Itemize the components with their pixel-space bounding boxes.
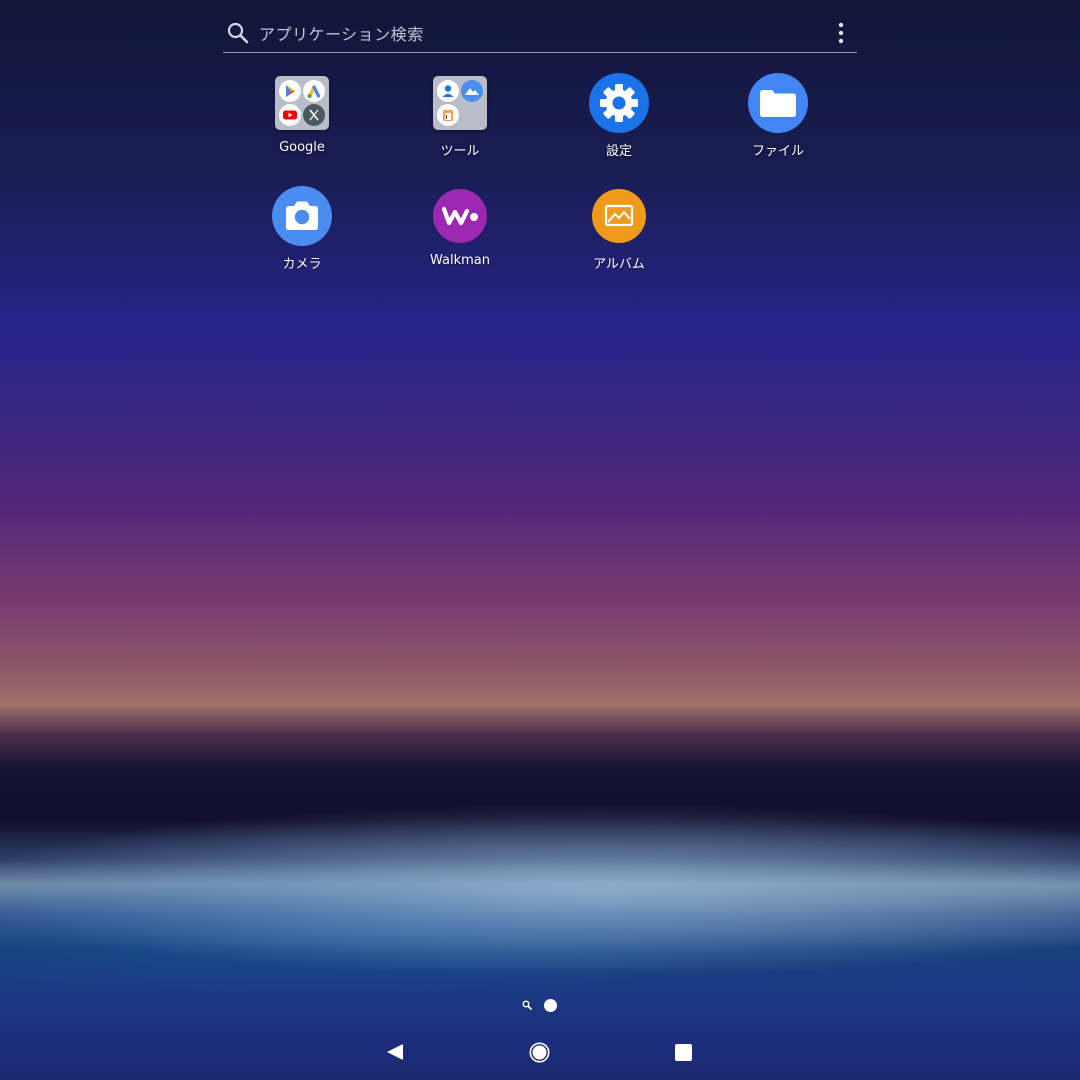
x-icon xyxy=(303,104,325,126)
google-folder-icon xyxy=(271,72,333,134)
files-folder-icon xyxy=(747,72,809,134)
app-files[interactable]: ファイル xyxy=(718,72,838,159)
page-indicator-dot-active[interactable] xyxy=(544,999,557,1012)
settings-gear-icon xyxy=(588,72,650,134)
google-ads-icon xyxy=(303,80,325,102)
album-icon xyxy=(588,185,650,247)
app-label: アルバム xyxy=(593,257,645,272)
tools-folder-icon xyxy=(429,72,491,134)
app-label: カメラ xyxy=(282,257,322,272)
photos-mountain-icon xyxy=(461,80,483,102)
app-search-bar[interactable]: アプリケーション検索 xyxy=(223,12,857,53)
recents-icon[interactable] xyxy=(675,1044,692,1061)
app-label: 設定 xyxy=(605,144,632,159)
app-label: Walkman xyxy=(430,253,490,268)
walkman-icon xyxy=(429,185,491,247)
home-screen: { "search": { "placeholder": "アプリケーション検索… xyxy=(0,0,1080,1080)
memo-icon xyxy=(437,104,459,126)
app-tools-folder[interactable]: ツール xyxy=(400,72,520,159)
page-search-indicator-icon[interactable] xyxy=(522,1000,532,1010)
search-placeholder[interactable]: アプリケーション検索 xyxy=(259,21,424,45)
contacts-icon xyxy=(437,80,459,102)
app-label: Google xyxy=(279,140,325,155)
app-google-folder[interactable]: Google xyxy=(242,72,362,155)
app-camera[interactable]: カメラ xyxy=(242,185,362,272)
back-icon[interactable] xyxy=(385,1042,405,1062)
app-settings[interactable]: 設定 xyxy=(559,72,679,159)
app-album[interactable]: アルバム xyxy=(559,185,679,272)
more-vert-icon[interactable] xyxy=(835,22,847,44)
app-label: ツール xyxy=(440,144,480,159)
home-icon[interactable] xyxy=(529,1042,550,1063)
search-icon xyxy=(227,22,249,44)
play-store-icon xyxy=(279,80,301,102)
app-walkman[interactable]: Walkman xyxy=(400,185,520,268)
camera-icon xyxy=(271,185,333,247)
youtube-icon xyxy=(279,104,301,126)
app-label: ファイル xyxy=(751,144,804,159)
